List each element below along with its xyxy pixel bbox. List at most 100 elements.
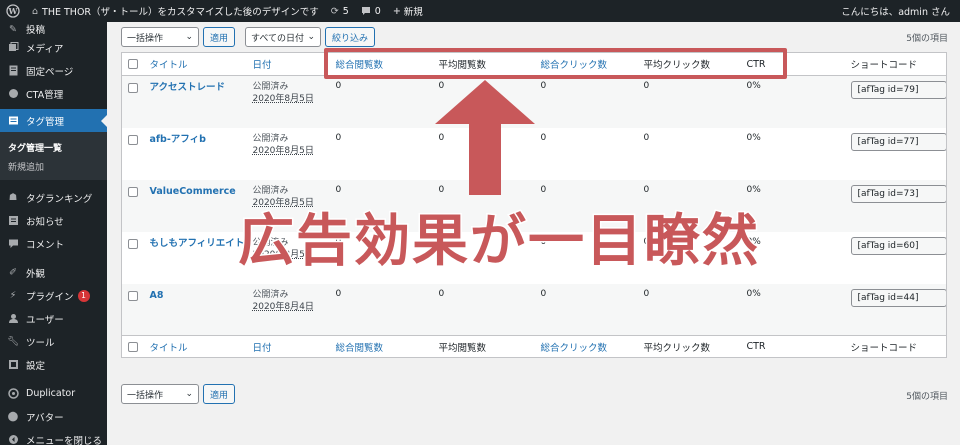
row-checkbox[interactable] [128,83,138,93]
column-date[interactable]: 日付 [244,335,328,358]
row-title-link[interactable]: afb-アフィb [150,134,206,145]
site-name-link[interactable]: ⌂ THE THOR（ザ・トール）をカスタマイズした後のデザインです [26,0,325,22]
admin-sidebar: ✎ 投稿 メディア 固定ページ CTA管理 タグ管理 タグ管理一覧 新規追加 ☗… [0,22,107,445]
updates-link[interactable]: ⟳ 5 [325,0,355,22]
svg-text:W: W [8,6,19,16]
home-icon: ⌂ [32,5,39,17]
shortcode-field[interactable]: [afTag id=79] [850,81,947,99]
column-title[interactable]: タイトル [141,335,245,358]
title-cell: A8 [141,283,245,336]
column-total-views[interactable]: 総合閲覧数 [327,335,431,358]
post-date: 2020年8月5日 [252,145,314,156]
row-checkbox-cell [121,231,142,284]
column-date[interactable]: 日付 [244,52,328,76]
menu-plugins[interactable]: ⚡ プラグイン 1 [0,284,107,307]
row-title-link[interactable]: A8 [150,290,164,301]
menu-users[interactable]: ユーザー [0,307,107,330]
updates-count: 5 [342,5,349,17]
tag-icon [6,114,20,128]
row-title-link[interactable]: もしもアフィリエイト [150,238,245,249]
menu-label: 固定ページ [26,66,74,78]
new-content-link[interactable]: + 新規 [387,0,429,22]
comments-link[interactable]: 0 [355,0,387,22]
avg-clicks-cell: 0 [635,127,739,180]
my-account-link[interactable]: こんにちは、admin さん [835,0,960,22]
table-footer-row: タイトル 日付 総合閲覧数 平均閲覧数 総合クリック数 平均クリック数 CTR … [121,335,947,358]
menu-posts[interactable]: ✎ 投稿 [0,24,107,36]
total-clicks-cell: 0 [532,75,636,128]
row-checkbox[interactable] [128,238,138,249]
menu-label: メニューを閉じる [26,435,103,445]
submenu-add-new[interactable]: 新規追加 [0,157,107,176]
date-cell: 公開済み 2020年8月4日 [244,283,328,336]
column-avg-clicks: 平均クリック数 [635,335,739,358]
submenu: タグ管理一覧 新規追加 [0,132,107,180]
total-clicks-cell: 0 [532,127,636,180]
column-total-clicks[interactable]: 総合クリック数 [532,335,636,358]
shortcode-cell: [afTag id=44] [842,283,947,336]
row-checkbox-cell [121,127,142,180]
column-ctr: CTR [738,335,843,358]
bulk-action-value: 一括操作 [127,390,164,401]
menu-collapse[interactable]: メニューを閉じる [0,428,107,445]
post-date: 2020年8月5日 [252,94,314,104]
ranking-icon: ☗ [8,192,18,203]
refresh-icon: ⟳ [330,5,339,17]
menu-settings[interactable]: 設定 [0,353,107,376]
title-cell: ValueCommerce [141,179,245,232]
column-title[interactable]: タイトル [141,52,245,76]
date-cell: 公開済み 2020年8月5日 [244,75,328,128]
menu-tools[interactable]: 🔧︎ ツール [0,330,107,353]
row-title-link[interactable]: アクセストレード [150,82,226,93]
date-filter-select[interactable]: すべての日付 ⌄ [245,27,322,47]
shortcode-field[interactable]: [afTag id=73] [850,184,947,203]
user-icon [6,312,20,326]
table-row: A8 公開済み 2020年8月4日 0 0 0 0 0% [afTag id=44… [121,283,947,336]
menu-media[interactable]: メディア [0,36,107,59]
admin-bar: W ⌂ THE THOR（ザ・トール）をカスタマイズした後のデザインです ⟳ 5… [0,0,960,22]
overlay-caption: 広告効果が一目瞭然 [237,208,760,276]
chevron-down-icon: ⌄ [185,389,193,399]
menu-duplicator[interactable]: Duplicator [0,382,107,405]
row-title-link[interactable]: ValueCommerce [150,186,236,197]
shortcode-field[interactable]: [afTag id=44] [850,288,947,307]
filter-button[interactable]: 絞り込み [325,27,376,47]
apply-button[interactable]: 適用 [203,384,236,404]
row-checkbox[interactable] [128,134,138,145]
avg-clicks-cell: 0 [635,75,739,128]
shortcode-field[interactable]: [afTag id=60] [850,236,947,255]
apply-button[interactable]: 適用 [203,27,236,47]
pin-icon: ✎ [9,24,17,35]
items-count: 5個の項目 [906,392,948,402]
wordpress-logo-icon[interactable]: W [0,0,26,22]
shortcode-field[interactable]: [afTag id=77] [850,132,947,151]
items-count: 5個の項目 [906,34,948,44]
date-cell: 公開済み 2020年8月5日 [244,127,328,180]
menu-cta[interactable]: CTA管理 [0,82,107,105]
menu-notice[interactable]: お知らせ [0,209,107,232]
title-cell: アクセストレード [141,75,245,128]
total-views-cell: 0 [327,75,431,128]
select-all-checkbox[interactable] [128,341,138,352]
chevron-down-icon: ⌄ [307,32,316,42]
bulk-action-select[interactable]: 一括操作 ⌄ [121,27,199,47]
new-label: 新規 [403,7,423,18]
chevron-down-icon: ⌄ [185,32,193,42]
menu-tag-ranking[interactable]: ☗ タグランキング [0,186,107,209]
comment-bubble-icon [361,6,371,16]
row-checkbox[interactable] [128,186,138,197]
menu-avatar[interactable]: ⬤ アバター [0,405,107,428]
total-views-cell: 0 [327,127,431,180]
media-icon [6,41,20,55]
row-checkbox[interactable] [128,290,138,301]
bulk-action-select[interactable]: 一括操作 ⌄ [121,384,199,404]
column-shortcode: ショートコード [842,52,947,76]
select-all-checkbox[interactable] [128,59,138,69]
avg-clicks-cell: 0 [635,283,739,336]
menu-appearance[interactable]: ✐ 外観 [0,261,107,284]
menu-tag-management[interactable]: タグ管理 [0,109,107,132]
menu-comments[interactable]: コメント [0,232,107,255]
ctr-cell: 0% [738,127,843,180]
submenu-tag-list[interactable]: タグ管理一覧 [0,138,107,157]
menu-pages[interactable]: 固定ページ [0,59,107,82]
